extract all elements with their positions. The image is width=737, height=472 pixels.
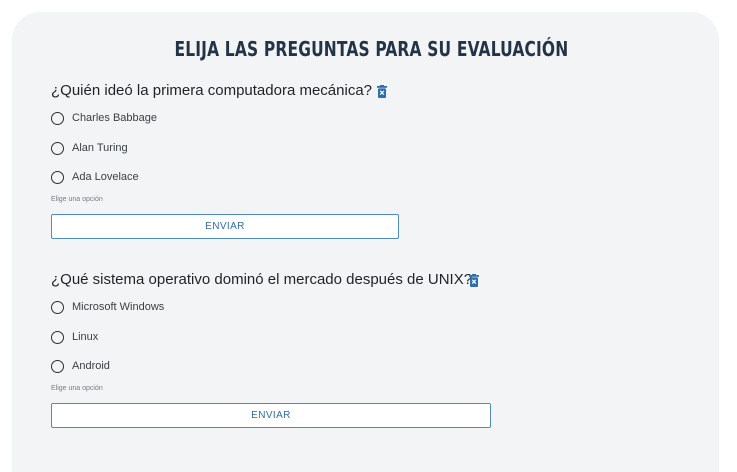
option-label: Android [72, 360, 110, 372]
helper-text: Elige una opción [51, 196, 103, 203]
option-ada-lovelace[interactable]: Ada Lovelace [51, 169, 139, 185]
option-linux[interactable]: Linux [51, 329, 98, 345]
submit-button-question-2[interactable]: ENVIAR [51, 403, 491, 428]
submit-button-question-1[interactable]: ENVIAR [51, 214, 399, 239]
option-label: Linux [72, 331, 99, 343]
option-label: Ada Lovelace [72, 171, 139, 183]
option-label: Alan Turing [72, 142, 128, 154]
option-label: Charles Babbage [72, 112, 158, 124]
question-1-text: ¿Quién ideó la primera computadora mecán… [51, 82, 372, 99]
question-2-text: ¿Qué sistema operativo dominó el mercado… [51, 271, 473, 288]
trash-icon[interactable] [377, 85, 387, 98]
trash-icon[interactable] [469, 274, 479, 287]
option-label: Microsoft Windows [72, 301, 165, 313]
option-alan-turing[interactable]: Alan Turing [51, 140, 128, 156]
radio-button[interactable] [51, 359, 64, 373]
option-android[interactable]: Android [51, 358, 110, 374]
option-microsoft-windows[interactable]: Microsoft Windows [51, 299, 164, 315]
radio-button[interactable] [51, 111, 64, 125]
option-charles-babbage[interactable]: Charles Babbage [51, 110, 157, 126]
radio-button[interactable] [51, 141, 64, 155]
radio-button[interactable] [51, 300, 64, 314]
helper-text: Elige una opción [51, 385, 103, 392]
radio-button[interactable] [51, 170, 64, 184]
radio-button[interactable] [51, 330, 64, 344]
page-title: ELIJA LAS PREGUNTAS PARA SU EVALUACIÓN [174, 37, 569, 61]
